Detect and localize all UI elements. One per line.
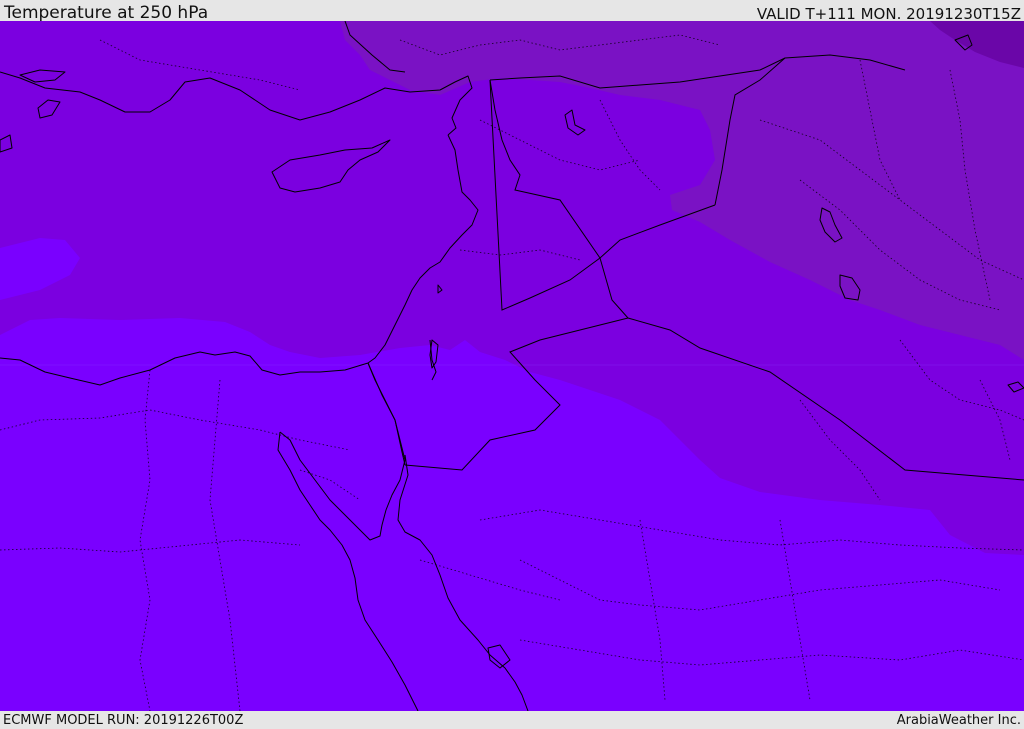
credit: ArabiaWeather Inc.	[896, 713, 1021, 728]
weather-map[interactable]	[0, 21, 1024, 711]
model-run: ECMWF MODEL RUN: 20191226T00Z	[3, 713, 244, 728]
header-bar: Temperature at 250 hPa VALID T+111 MON. …	[0, 0, 1024, 23]
footer-bar: ECMWF MODEL RUN: 20191226T00Z ArabiaWeat…	[0, 711, 1024, 729]
